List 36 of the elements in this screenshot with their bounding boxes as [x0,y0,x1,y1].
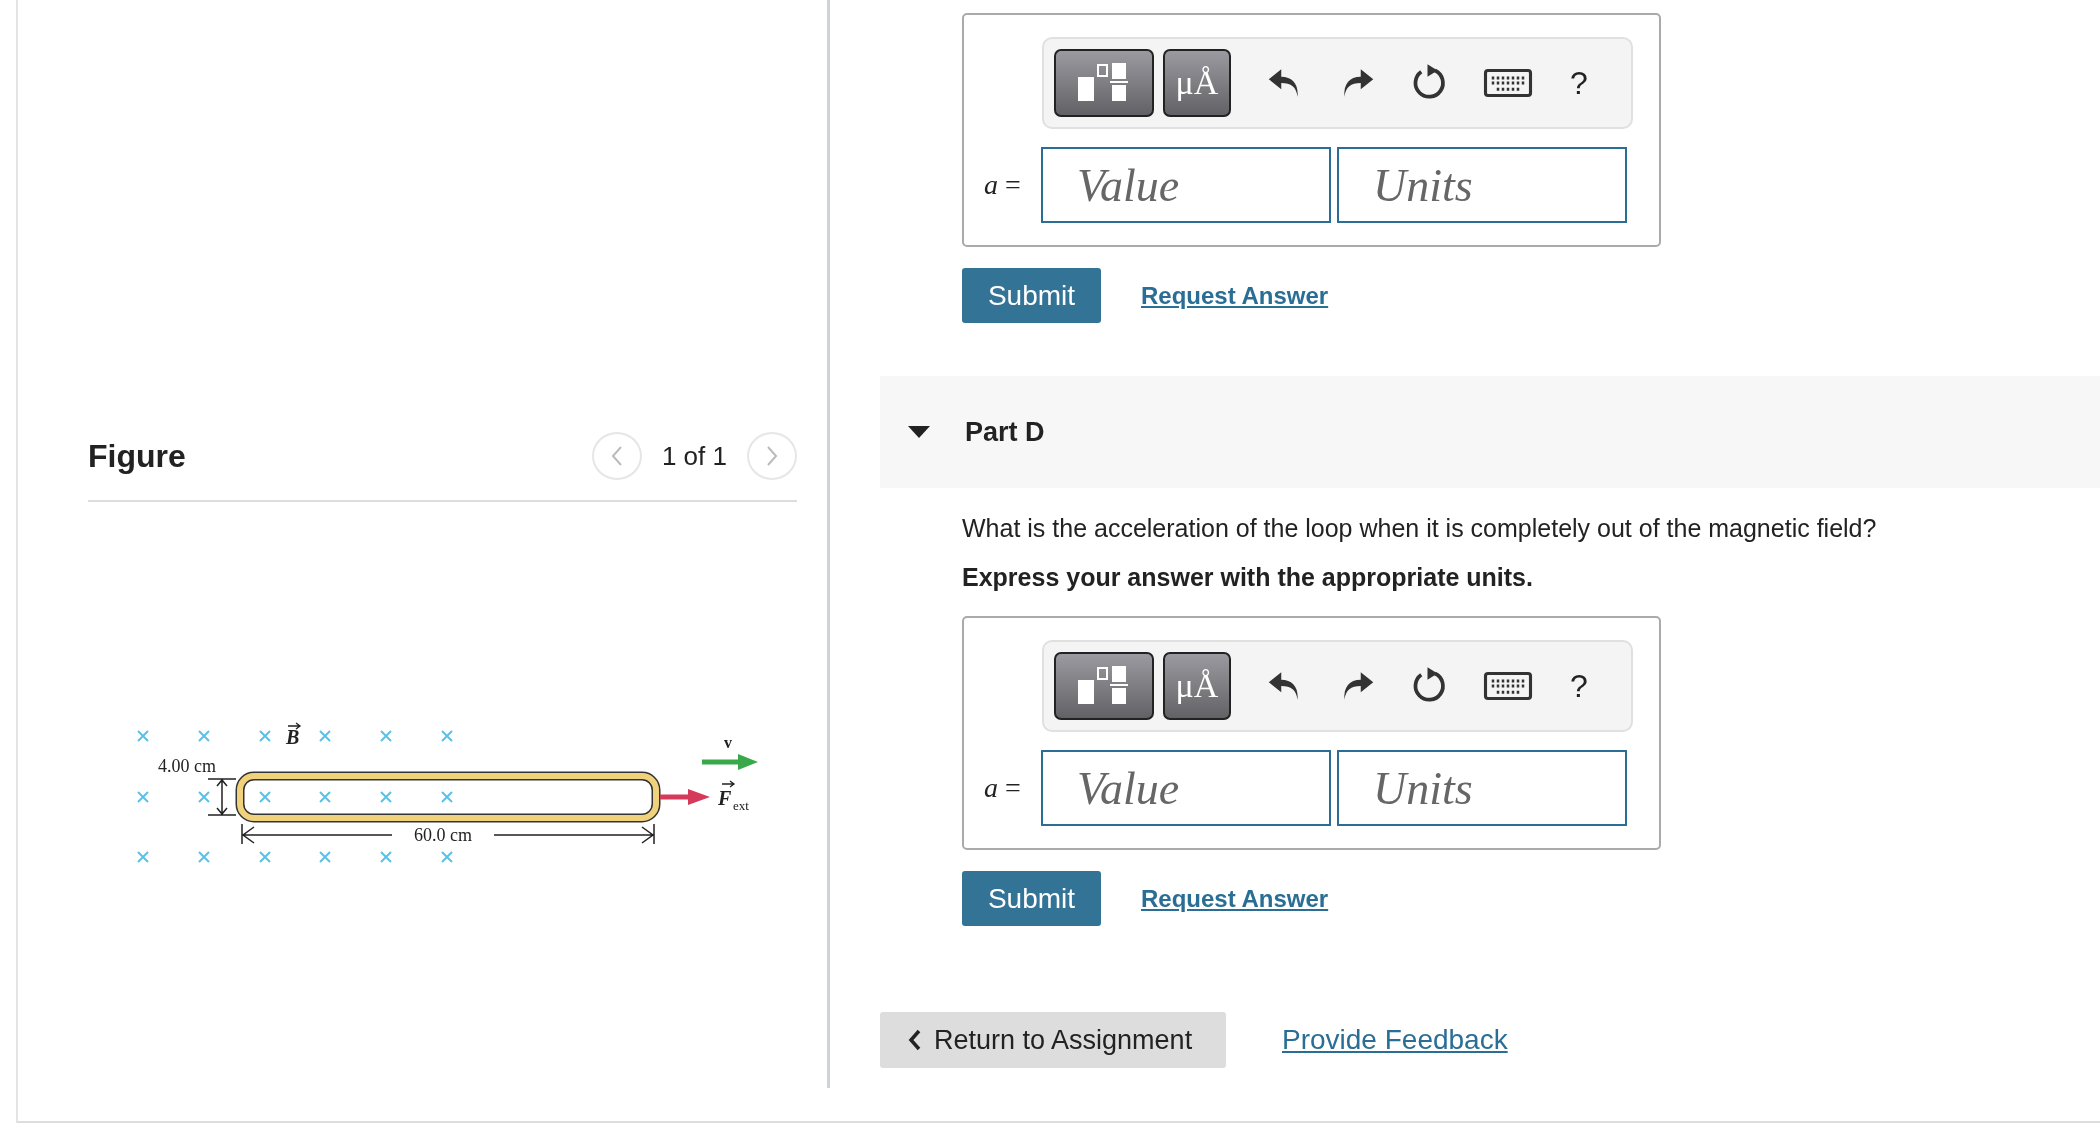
force-arrow [660,789,710,805]
page-counter: 1 of 1 [661,440,727,472]
units-field[interactable]: Units [1337,147,1627,223]
part-title: Part D [965,416,1045,448]
velocity-label: v [724,734,732,751]
units-field[interactable]: Units [1337,750,1627,826]
part-header[interactable]: Part D [880,376,2100,488]
velocity-arrow [702,754,758,770]
feedback-link[interactable]: Provide Feedback [1282,1024,1508,1056]
length-label: 60.0 cm [414,825,472,845]
request-answer-link[interactable]: Request Answer [1141,884,1329,913]
chevron-left-icon [908,1029,922,1051]
templates-button[interactable] [1054,49,1154,117]
chevron-right-icon [765,445,779,467]
width-dimension [207,778,237,816]
value-field[interactable]: Value [1041,147,1331,223]
question-text: What is the acceleration of the loop when it is completely out of the magnetic field? [962,514,1878,543]
chevron-left-icon [609,445,624,467]
submit-button[interactable]: Submit [962,268,1101,323]
templates-button[interactable] [1054,652,1154,720]
return-button[interactable]: Return to Assignment [880,1012,1226,1068]
symbols-button[interactable]: μÅ [1163,652,1231,720]
symbols-button[interactable]: μÅ [1163,49,1231,117]
field-label: B [286,722,302,748]
keyboard-icon[interactable] [1483,66,1533,100]
help-button[interactable]: ? [1570,667,1588,705]
submit-button[interactable]: Submit [962,871,1101,926]
value-field[interactable]: Value [1041,750,1331,826]
width-label: 4.00 cm [158,756,216,776]
keyboard-icon[interactable] [1483,669,1533,703]
variable-label: a = [983,169,1022,201]
variable-label: a = [983,772,1022,804]
figure-title: Figure [88,437,186,475]
help-button[interactable]: ? [1570,64,1588,102]
instruction-text: Express your answer with the appropriate units. [962,563,1534,592]
request-answer-link[interactable]: Request Answer [1141,281,1329,310]
